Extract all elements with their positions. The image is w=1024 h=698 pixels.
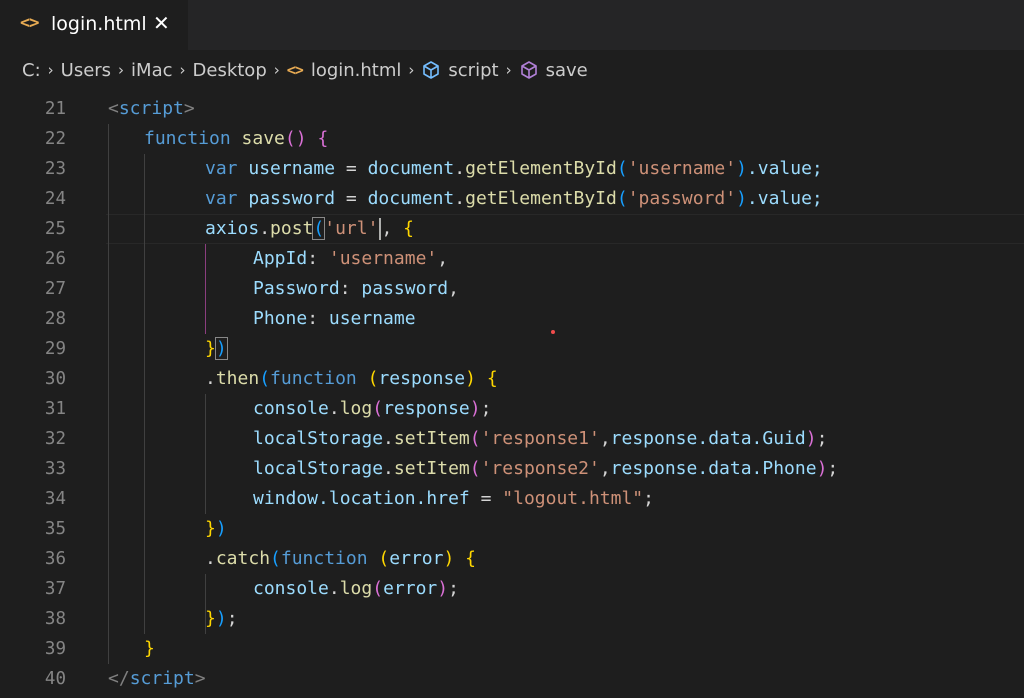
line-number: 22 [44,129,66,149]
breadcrumb-script-label: script [448,59,499,81]
code-line: 21 <script> [0,94,1024,124]
breadcrumb-desktop[interactable]: Desktop [193,60,267,81]
code-text: }) [205,337,228,360]
code-line: 34 window.location.href = "logout.html"; [0,484,1024,514]
code-text: Phone: username [253,308,416,329]
chevron-right-icon: › [408,61,415,79]
code-line: 31 console.log(response); [0,394,1024,424]
line-number: 31 [44,399,66,419]
code-line: 38 }); [0,604,1024,634]
tab-bar: <> login.html ✕ [0,0,1024,50]
code-text: axios.post('url', { [205,217,414,240]
line-number: 27 [44,279,66,299]
code-line: 29 }) [0,334,1024,364]
code-text: }); [205,608,238,629]
code-line: 22 function save() { [0,124,1024,154]
chevron-right-icon: › [505,61,512,79]
code-line: 35 }) [0,514,1024,544]
close-icon[interactable]: ✕ [153,11,170,35]
code-text: function save() { [144,128,329,149]
html-file-icon: <> [286,61,304,79]
line-number: 38 [44,609,66,629]
symbol-method-icon [520,61,537,79]
line-number: 28 [44,309,66,329]
line-number: 35 [44,519,66,539]
code-line: 23 var username = document.getElementByI… [0,154,1024,184]
code-line: 32 localStorage.setItem('response1',resp… [0,424,1024,454]
line-number: 34 [44,489,66,509]
code-text: } [144,638,155,659]
chevron-right-icon: › [273,61,280,79]
line-number: 40 [44,669,66,689]
code-text: var password = document.getElementById('… [205,188,823,209]
code-text: localStorage.setItem('response1',respons… [253,428,828,449]
code-text: Password: password, [253,278,459,299]
breadcrumb: C: › Users › iMac › Desktop › <> login.h… [0,50,1024,90]
chevron-right-icon: › [118,61,125,79]
chevron-right-icon: › [179,61,186,79]
line-number: 32 [44,429,66,449]
breadcrumb-imac[interactable]: iMac [131,60,172,81]
line-number: 25 [44,219,66,239]
code-text: localStorage.setItem('response2',respons… [253,458,839,479]
line-number: 36 [44,549,66,569]
code-line: 30 .then(function (response) { [0,364,1024,394]
line-number: 39 [44,639,66,659]
code-text: console.log(error); [253,578,459,599]
code-text: AppId: 'username', [253,248,449,269]
code-text: .then(function (response) { [205,368,498,389]
line-number: 24 [44,189,66,209]
code-line: 36 .catch(function (error) { [0,544,1024,574]
chevron-right-icon: › [47,61,54,79]
code-text: <script> [108,98,195,119]
breadcrumb-file[interactable]: <> login.html [287,60,402,81]
code-line: 24 var password = document.getElementByI… [0,184,1024,214]
breadcrumb-save-label: save [545,59,588,81]
breadcrumb-save[interactable]: save [519,60,588,81]
code-line: 33 localStorage.setItem('response2',resp… [0,454,1024,484]
breadcrumb-file-label: login.html [310,59,402,81]
breadcrumb-drive[interactable]: C: [22,60,41,81]
code-text: </script> [108,668,206,689]
line-number: 33 [44,459,66,479]
html-file-icon: <> [20,13,40,33]
symbol-cube-icon [423,61,440,79]
tab-login-html[interactable]: <> login.html ✕ [0,0,188,50]
line-number: 37 [44,579,66,599]
code-line: 28 Phone: username [0,304,1024,334]
code-text: }) [205,518,227,539]
code-text: .catch(function (error) { [205,548,476,569]
tab-label: login.html [51,13,147,35]
code-text: console.log(response); [253,398,492,419]
code-line: 40 </script> [0,664,1024,694]
code-text: var username = document.getElementById('… [205,158,823,179]
breadcrumb-script[interactable]: script [421,59,499,81]
code-line-current: 25 axios.post('url', { [0,214,1024,244]
code-text: window.location.href = "logout.html"; [253,488,654,509]
code-line: 26 AppId: 'username', [0,244,1024,274]
code-line: 37 console.log(error); [0,574,1024,604]
code-editor[interactable]: 21 <script> 22 function save() { 23 var … [0,94,1024,698]
line-number: 21 [44,99,66,119]
code-line: 39 } [0,634,1024,664]
line-number: 29 [44,339,66,359]
breadcrumb-users[interactable]: Users [61,60,111,81]
line-number: 26 [44,249,66,269]
code-line: 27 Password: password, [0,274,1024,304]
line-number: 30 [44,369,66,389]
line-number: 23 [44,159,66,179]
